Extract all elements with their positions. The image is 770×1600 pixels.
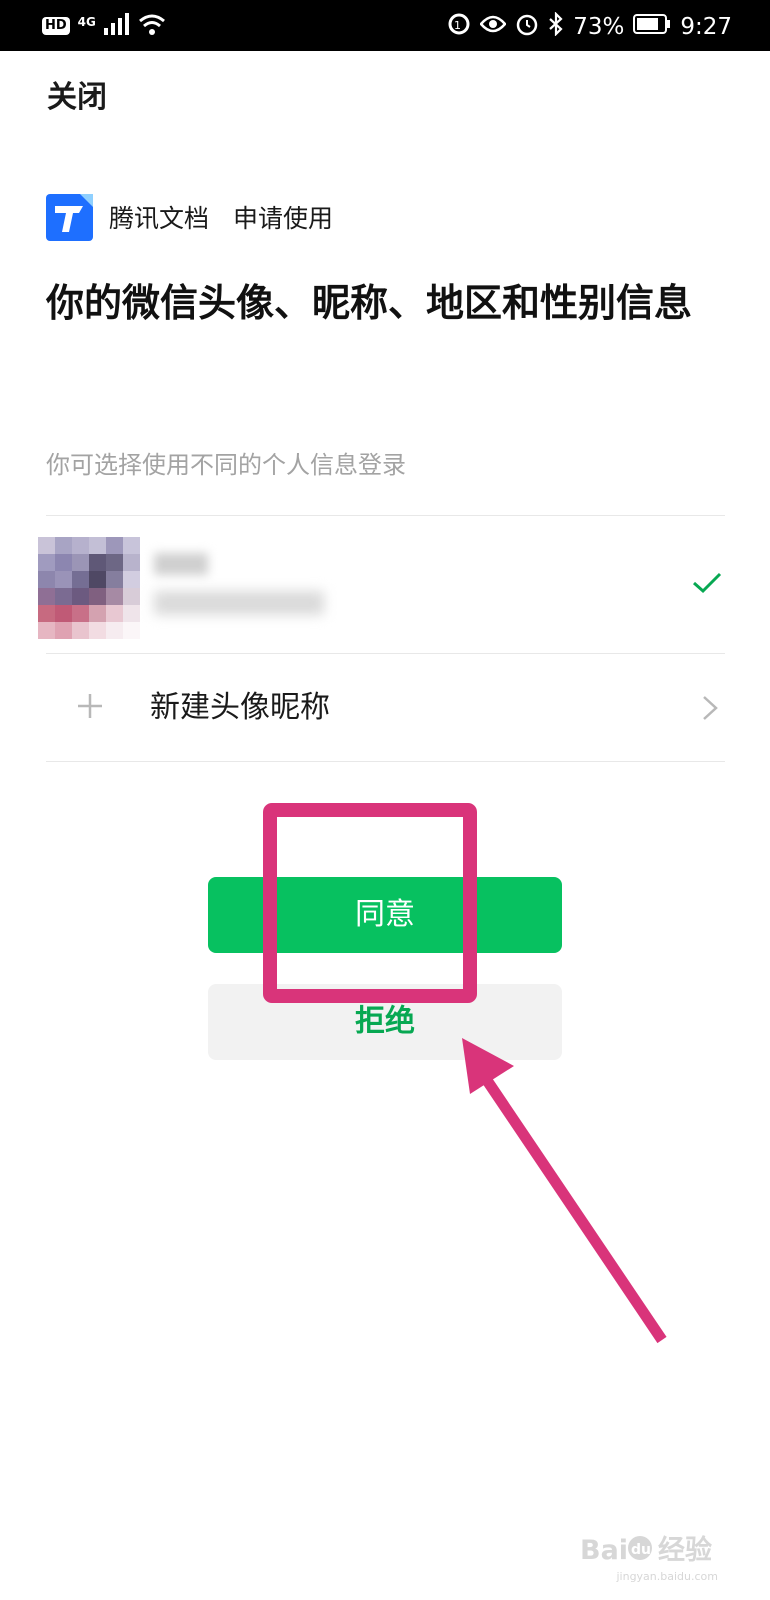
wifi-icon bbox=[138, 13, 166, 39]
agree-button[interactable]: 同意 bbox=[208, 877, 562, 953]
tencent-docs-logo-icon bbox=[46, 193, 93, 241]
app-name: 腾讯文档 bbox=[109, 204, 210, 233]
svg-text:1: 1 bbox=[454, 19, 461, 32]
divider bbox=[46, 761, 725, 762]
clock: 9:27 bbox=[680, 14, 732, 40]
profile-option[interactable] bbox=[0, 515, 770, 653]
svg-text:Bai: Bai bbox=[580, 1535, 628, 1566]
plus-icon bbox=[77, 693, 103, 723]
divider bbox=[46, 653, 725, 654]
eye-icon bbox=[479, 14, 507, 40]
page-title: 你的微信头像、昵称、地区和性别信息 bbox=[46, 281, 693, 325]
status-right: 1 73% 9:27 bbox=[447, 11, 732, 42]
status-left: HD 4G bbox=[42, 13, 166, 39]
signal-icon bbox=[103, 13, 130, 39]
new-profile-label: 新建头像昵称 bbox=[150, 690, 330, 725]
check-icon bbox=[692, 572, 722, 598]
battery-percent: 73% bbox=[573, 14, 625, 40]
status-bar: HD 4G 1 73% 9:27 bbox=[0, 0, 770, 51]
request-label: 申请使用 bbox=[233, 204, 334, 233]
close-button[interactable]: 关闭 bbox=[47, 78, 107, 118]
bluetooth-icon bbox=[548, 11, 564, 42]
new-profile-option[interactable]: 新建头像昵称 bbox=[0, 655, 770, 759]
network-type: 4G bbox=[77, 15, 96, 29]
annotation-arrow-line bbox=[475, 1066, 667, 1344]
avatar bbox=[38, 537, 140, 639]
hd-icon: HD bbox=[42, 17, 70, 35]
svg-text:经验: 经验 bbox=[658, 1534, 712, 1566]
watermark-domain: jingyan.baidu.com bbox=[616, 1570, 718, 1583]
svg-text:du: du bbox=[631, 1542, 651, 1558]
account-blurred bbox=[154, 591, 324, 615]
alarm-icon bbox=[515, 12, 539, 42]
hint-text: 你可选择使用不同的个人信息登录 bbox=[46, 451, 406, 479]
nickname-blurred bbox=[154, 553, 208, 575]
watermark-logo: Bai du 经验 bbox=[580, 1532, 720, 1573]
battery-icon bbox=[633, 13, 671, 41]
chevron-right-icon bbox=[702, 695, 718, 725]
app-info: 腾讯文档 申请使用 bbox=[46, 193, 333, 241]
data-saver-icon: 1 bbox=[447, 12, 471, 42]
reject-button[interactable]: 拒绝 bbox=[208, 984, 562, 1060]
